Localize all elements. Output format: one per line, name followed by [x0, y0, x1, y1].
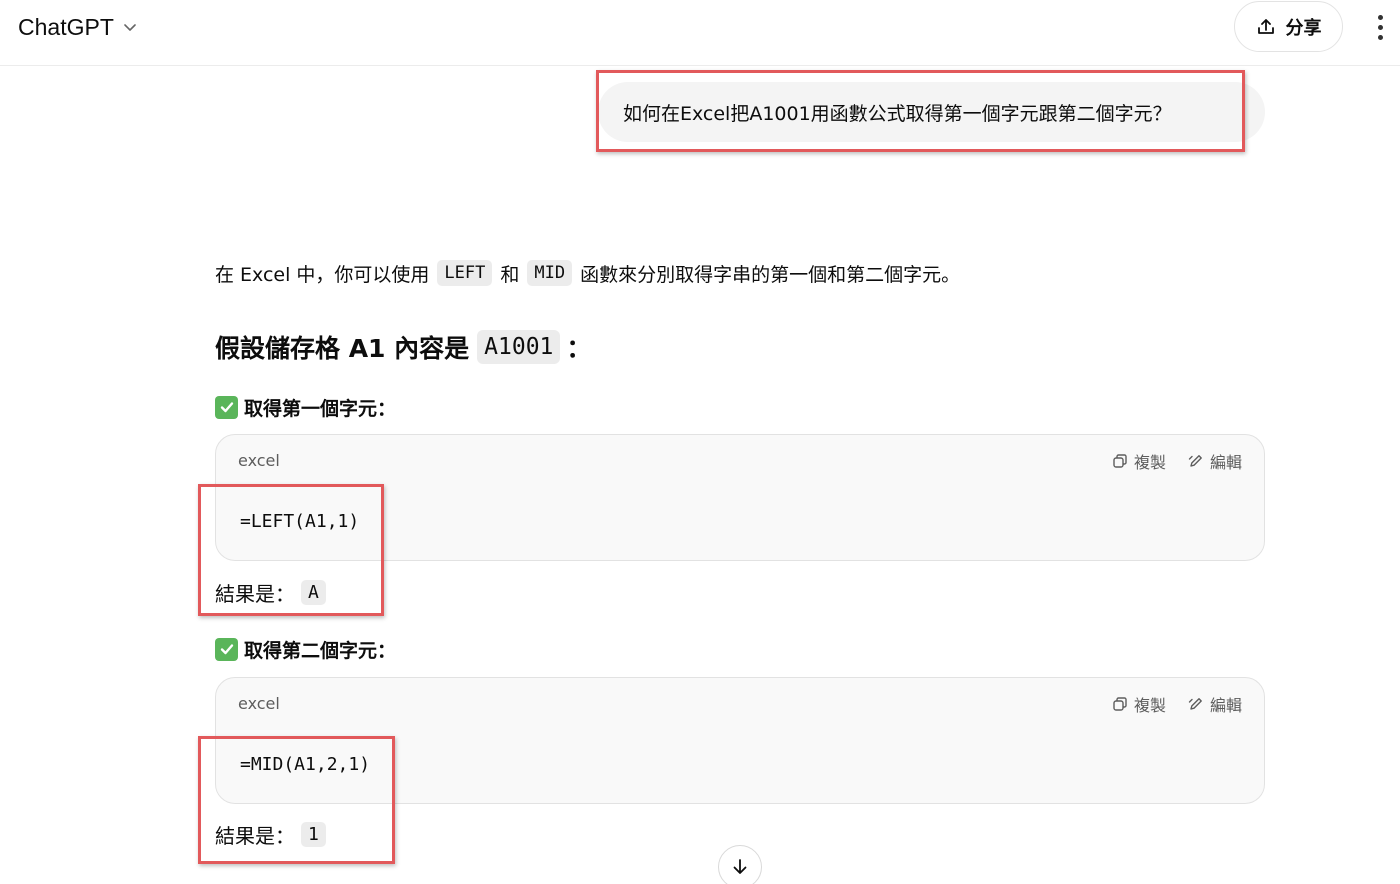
- share-upload-icon: [1257, 18, 1274, 34]
- code-line: =MID(A1,2,1): [240, 754, 371, 775]
- check-mark-icon: [215, 637, 238, 661]
- code-line: =LEFT(A1,1): [240, 511, 360, 532]
- copy-button[interactable]: 複製: [1112, 449, 1166, 473]
- model-name: ChatGPT: [18, 13, 114, 40]
- result-line-first: 結果是： A: [215, 577, 326, 607]
- assistant-intro: 在 Excel 中，你可以使用 LEFT 和 MID 函數來分別取得字串的第一個…: [215, 257, 960, 289]
- top-bar: ChatGPT 分享: [0, 0, 1400, 66]
- user-message-text: 如何在Excel把A1001用函數公式取得第一個字元跟第二個字元？: [623, 102, 1172, 125]
- arrow-down-icon: [733, 859, 747, 874]
- inline-code-left: LEFT: [437, 260, 493, 286]
- copy-icon: [1113, 697, 1127, 711]
- check-mark-icon: [215, 395, 238, 419]
- section-title-first-char: 取得第一個字元：: [215, 393, 396, 421]
- result-value: A: [301, 579, 326, 605]
- chevron-down-icon: [124, 24, 136, 31]
- more-options-button[interactable]: [1366, 10, 1394, 44]
- result-value: 1: [301, 821, 326, 847]
- code-block-mid: excel 複製 編輯 =MID(A1,2,1): [215, 677, 1265, 804]
- user-message-bubble: 如何在Excel把A1001用函數公式取得第一個字元跟第二個字元？: [598, 82, 1265, 142]
- more-vertical-icon: [1377, 14, 1383, 20]
- edit-button[interactable]: 編輯: [1188, 692, 1242, 716]
- scroll-to-bottom-button[interactable]: [718, 845, 762, 884]
- share-label: 分享: [1285, 17, 1322, 39]
- edit-button[interactable]: 編輯: [1188, 449, 1242, 473]
- section-title-second-char: 取得第二個字元：: [215, 635, 396, 663]
- copy-icon: [1113, 454, 1127, 468]
- edit-pencil-icon: [1188, 698, 1202, 710]
- code-block-left: excel 複製 編輯 =LEFT(A1,1): [215, 434, 1265, 561]
- code-language: excel: [238, 451, 280, 470]
- copy-button[interactable]: 複製: [1112, 692, 1166, 716]
- model-selector[interactable]: ChatGPT: [18, 12, 138, 42]
- assistant-heading: 假設儲存格 A1 內容是 A1001 ：: [215, 326, 591, 368]
- code-language: excel: [238, 694, 280, 713]
- share-button[interactable]: 分享: [1234, 1, 1343, 52]
- inline-code-a1001: A1001: [477, 330, 561, 364]
- edit-pencil-icon: [1188, 455, 1202, 467]
- result-line-second: 結果是： 1: [215, 819, 326, 849]
- inline-code-mid: MID: [527, 260, 573, 286]
